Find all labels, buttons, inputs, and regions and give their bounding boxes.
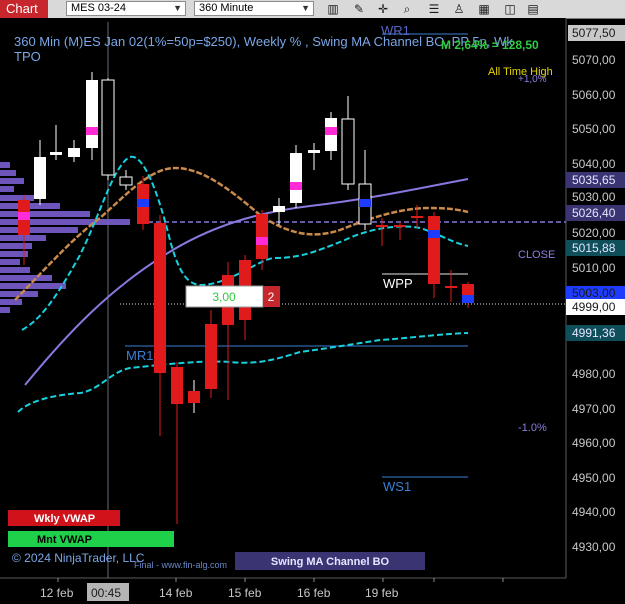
candle-hollow (101, 79, 115, 176)
candle-marker (462, 295, 474, 303)
chart-header-tpo: TPO (14, 49, 41, 64)
minus-one-pct-label: -1.0% (518, 422, 547, 434)
price-tick: 5003,00 (572, 286, 616, 300)
final-link-text: Final - www.fin-alg.com (134, 560, 227, 570)
time-label: 14 feb (159, 586, 193, 600)
candle-marker (359, 199, 371, 207)
price-tick: 5020,00 (572, 226, 616, 240)
chart-area[interactable] (0, 18, 566, 578)
strategy-banner-label: Swing MA Channel BO (271, 556, 390, 568)
candle-bull (50, 152, 62, 155)
monthly-vwap-label: Mnt VWAP (37, 534, 92, 546)
instrument-selector[interactable]: MES 03-24 ▼ (66, 1, 186, 16)
position-qty: 3,00 (212, 290, 236, 304)
plus-one-pct-label: +1,0% (518, 74, 547, 85)
bars-icon[interactable]: ▥ (325, 1, 341, 17)
candle-marker (18, 212, 30, 220)
time-label: 16 feb (297, 586, 331, 600)
interval-value: 360 Minute (199, 2, 254, 14)
copyright-text: © 2024 NinjaTrader, LLC (12, 551, 145, 565)
time-label: 19 feb (365, 586, 399, 600)
monthly-pct-label: M 2,64% = 128,50 (441, 38, 539, 52)
price-tick: 4999,00 (572, 300, 616, 314)
crosshair-icon[interactable]: ✛ (375, 1, 391, 17)
price-tick: 4970,00 (572, 402, 616, 416)
candle-bear (411, 216, 423, 218)
price-tick: 4950,00 (572, 471, 616, 485)
candle-bear (445, 286, 457, 288)
price-tick: 4930,00 (572, 540, 616, 554)
wpp-label: WPP (383, 276, 413, 291)
candle-marker (137, 199, 149, 207)
candle-bull (86, 80, 98, 148)
candle-marker (325, 127, 337, 135)
price-axis: 5077,50 5070,00 5060,00 5050,00 5040,00 … (566, 25, 625, 554)
candle-bear (205, 324, 217, 389)
price-tick: 5077,50 (572, 26, 616, 40)
wr1-label: WR1 (381, 23, 410, 38)
time-label: 12 feb (40, 586, 74, 600)
interval-selector[interactable]: 360 Minute ▼ (194, 1, 314, 16)
ws1-label: WS1 (383, 479, 411, 494)
time-label: 00:45 (91, 586, 121, 600)
price-tick: 4991,36 (572, 326, 616, 340)
candle-marker (428, 230, 440, 238)
time-label: 15 feb (228, 586, 262, 600)
mr1-label: MR1 (126, 348, 153, 363)
price-tick: 5010,00 (572, 261, 616, 275)
price-tick: 5026,40 (572, 206, 616, 220)
candle-bear (394, 225, 406, 227)
price-tick: 5050,00 (572, 122, 616, 136)
candle-marker (86, 127, 98, 135)
dom-icon[interactable]: ◫ (502, 1, 518, 17)
candle-bear (188, 391, 200, 403)
candle-bear (376, 225, 388, 227)
chevron-down-icon: ▼ (173, 3, 182, 13)
candle-hollow (119, 176, 133, 186)
price-chart[interactable]: 360 Min (M)ES Jan 02(1%=50p=$250), Weekl… (0, 18, 625, 604)
candle-bull (290, 153, 302, 203)
position-widget[interactable]: 3,00 2 (185, 285, 280, 308)
candle-bull (34, 157, 46, 199)
candle-bear (428, 216, 440, 284)
properties-icon[interactable]: ☰ (426, 1, 442, 17)
chevron-down-icon: ▼ (301, 3, 310, 13)
price-tick: 5015,88 (572, 241, 616, 255)
zoom-icon[interactable]: ⌕ (399, 1, 415, 17)
strategy-icon[interactable]: ♙ (451, 1, 467, 17)
candle-bull (308, 150, 320, 153)
price-tick: 5040,00 (572, 157, 616, 171)
candle-marker (256, 237, 268, 245)
weekly-vwap-label: Wkly VWAP (34, 513, 95, 525)
candle-marker (290, 182, 302, 190)
candle-bear (154, 223, 166, 373)
position-count: 2 (268, 290, 275, 304)
close-label: CLOSE (518, 249, 555, 261)
chart-tab[interactable]: Chart (0, 0, 48, 18)
price-tick: 4940,00 (572, 505, 616, 519)
candle-hollow (341, 118, 355, 185)
price-tick: 5030,00 (572, 190, 616, 204)
candle-bear (256, 214, 268, 259)
tile-icon[interactable]: ▦ (476, 1, 492, 17)
time-axis: 12 feb 00:45 14 feb 15 feb 16 feb 19 feb (40, 578, 504, 601)
chart-header-title: 360 Min (M)ES Jan 02(1%=50p=$250), Weekl… (14, 34, 513, 49)
instrument-value: MES 03-24 (71, 2, 127, 14)
candle-bull (68, 148, 80, 157)
more-icon[interactable]: ▤ (525, 1, 541, 17)
candle-bull (273, 206, 285, 212)
candle-bear (171, 367, 183, 404)
price-tick: 4960,00 (572, 436, 616, 450)
chart-toolbar: Chart MES 03-24 ▼ 360 Minute ▼ ▥ ✎ ✛ ⌕ ☰ ♙… (0, 0, 625, 19)
price-tick: 5060,00 (572, 88, 616, 102)
price-tick: 5070,00 (572, 53, 616, 67)
price-tick: 5035,65 (572, 173, 616, 187)
price-tick: 4980,00 (572, 367, 616, 381)
pencil-icon[interactable]: ✎ (351, 1, 367, 17)
